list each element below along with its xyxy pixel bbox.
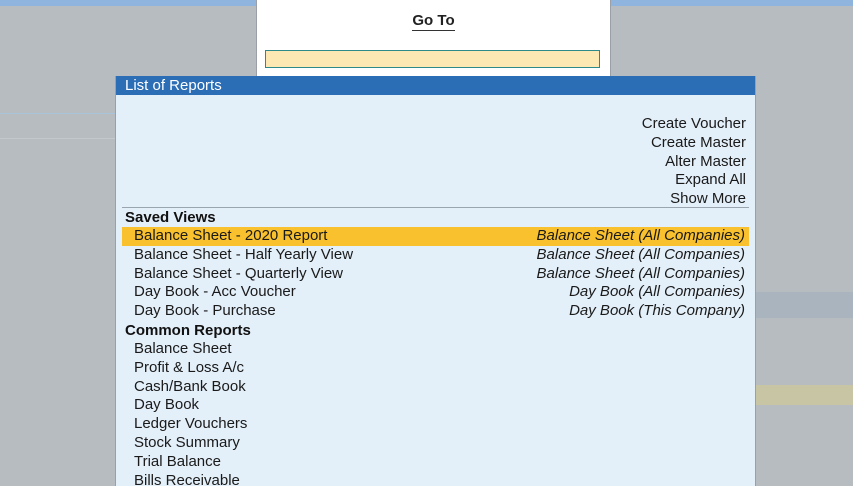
report-list: Saved Views Balance Sheet - 2020 Report … <box>116 208 755 486</box>
background-divider <box>0 113 115 114</box>
goto-title-text: Go To <box>412 12 455 31</box>
saved-view-scope: Day Book (This Company) <box>569 302 745 320</box>
background-divider <box>0 138 115 139</box>
report-item-stock-summary[interactable]: Stock Summary <box>122 434 749 453</box>
create-master-button[interactable]: Create Master <box>642 134 746 153</box>
action-list: Create Voucher Create Master Alter Maste… <box>642 115 746 209</box>
saved-view-scope: Balance Sheet (All Companies) <box>536 227 745 244</box>
goto-title: Go To <box>257 12 610 31</box>
report-item-profit-loss[interactable]: Profit & Loss A/c <box>122 359 749 378</box>
saved-view-scope: Day Book (All Companies) <box>569 283 745 301</box>
saved-view-label: Day Book - Acc Voucher <box>134 283 296 301</box>
list-of-reports-panel: List of Reports Create Voucher Create Ma… <box>115 76 756 486</box>
saved-view-scope: Balance Sheet (All Companies) <box>536 264 745 282</box>
saved-view-item[interactable]: Balance Sheet - Half Yearly View Balance… <box>122 246 749 265</box>
report-item-balance-sheet[interactable]: Balance Sheet <box>122 340 749 359</box>
saved-view-scope: Balance Sheet (All Companies) <box>536 245 745 263</box>
saved-view-label: Balance Sheet - 2020 Report <box>134 227 328 244</box>
report-item-ledger-vouchers[interactable]: Ledger Vouchers <box>122 415 749 434</box>
report-item-day-book[interactable]: Day Book <box>122 396 749 415</box>
background-band <box>754 385 853 405</box>
saved-view-item[interactable]: Balance Sheet - 2020 Report Balance Shee… <box>122 227 749 246</box>
saved-view-item[interactable]: Balance Sheet - Quarterly View Balance S… <box>122 265 749 284</box>
create-voucher-button[interactable]: Create Voucher <box>642 115 746 134</box>
report-item-bills-receivable[interactable]: Bills Receivable <box>122 472 749 486</box>
expand-all-button[interactable]: Expand All <box>642 171 746 190</box>
saved-view-item[interactable]: Day Book - Purchase Day Book (This Compa… <box>122 302 749 321</box>
saved-view-label: Balance Sheet - Quarterly View <box>134 264 343 282</box>
background-band <box>754 292 853 318</box>
saved-view-label: Balance Sheet - Half Yearly View <box>134 245 354 263</box>
saved-view-item[interactable]: Day Book - Acc Voucher Day Book (All Com… <box>122 283 749 302</box>
section-header-saved-views: Saved Views <box>125 209 216 226</box>
report-item-trial-balance[interactable]: Trial Balance <box>122 453 749 472</box>
section-header-common-reports: Common Reports <box>125 321 251 339</box>
saved-view-label: Day Book - Purchase <box>134 302 276 320</box>
goto-panel: Go To <box>256 0 611 76</box>
goto-search-input[interactable] <box>265 50 600 68</box>
report-item-cash-bank-book[interactable]: Cash/Bank Book <box>122 378 749 397</box>
alter-master-button[interactable]: Alter Master <box>642 153 746 172</box>
panel-title: List of Reports <box>116 76 755 95</box>
